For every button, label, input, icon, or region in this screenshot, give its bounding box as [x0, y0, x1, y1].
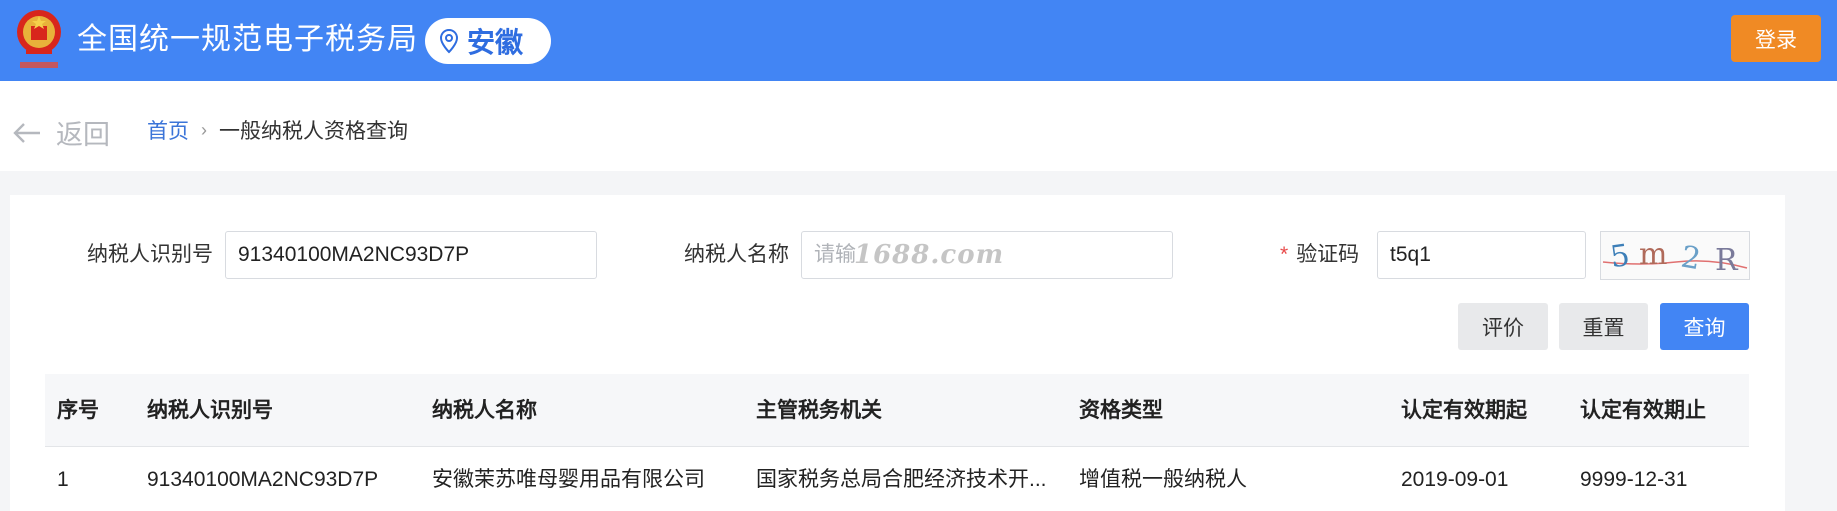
taxpayer-id-label: 纳税人识别号 [87, 243, 213, 266]
cell-qualification-type: 增值税一般纳税人 [1079, 468, 1247, 491]
header-qualification-type: 资格类型 [1079, 399, 1163, 422]
captcha-input[interactable]: t5q1 [1377, 231, 1586, 279]
watermark-text: 1688.com [854, 240, 1005, 270]
header-valid-from: 认定有效期起 [1401, 399, 1527, 422]
cell-taxpayer-id: 91340100MA2NC93D7P [147, 468, 379, 491]
captcha-image[interactable]: 5 m 2 R [1600, 231, 1750, 280]
query-button[interactable]: 查询 [1660, 303, 1749, 350]
taxpayer-name-label: 纳税人名称 [684, 243, 789, 266]
required-mark: * [1280, 243, 1289, 266]
back-label: 返回 [56, 120, 110, 150]
captcha-label-group: * 验证码 [1280, 231, 1359, 279]
cell-valid-to: 9999-12-31 [1580, 468, 1688, 491]
table-row[interactable]: 1 91340100MA2NC93D7P 安徽茉苏唯母婴用品有限公司 国家税务总… [45, 448, 1749, 511]
header-taxpayer-id: 纳税人识别号 [147, 399, 273, 422]
region-label: 安徽 [467, 27, 524, 58]
top-header-bar: 全国统一规范电子税务局 安徽 登录 [0, 0, 1837, 81]
region-selector[interactable]: 安徽 [425, 18, 551, 64]
location-pin-icon [439, 28, 459, 54]
svg-text:2: 2 [1678, 240, 1703, 278]
cell-tax-authority: 国家税务总局合肥经济技术开... [756, 468, 1047, 491]
breadcrumb-current: 一般纳税人资格查询 [219, 120, 408, 143]
navigation-bar: 返回 首页 › 一般纳税人资格查询 [0, 81, 1837, 171]
breadcrumb-home-link[interactable]: 首页 [147, 115, 189, 145]
taxpayer-id-input[interactable]: 91340100MA2NC93D7P [225, 231, 597, 279]
header-index: 序号 [57, 399, 99, 422]
cell-valid-from: 2019-09-01 [1401, 468, 1509, 491]
breadcrumb-separator: › [201, 119, 207, 140]
site-title: 全国统一规范电子税务局 [77, 23, 418, 56]
header-valid-to: 认定有效期止 [1580, 399, 1706, 422]
evaluate-button[interactable]: 评价 [1458, 303, 1548, 350]
svg-text:m: m [1639, 237, 1667, 272]
national-emblem-icon [17, 10, 61, 68]
header-taxpayer-name: 纳税人名称 [432, 399, 537, 422]
svg-text:R: R [1715, 243, 1739, 278]
cell-taxpayer-name: 安徽茉苏唯母婴用品有限公司 [432, 468, 705, 491]
login-button[interactable]: 登录 [1731, 15, 1821, 62]
svg-text:5: 5 [1608, 238, 1632, 275]
cell-index: 1 [57, 468, 69, 491]
header-tax-authority: 主管税务机关 [756, 399, 882, 422]
table-header-row: 序号 纳税人识别号 纳税人名称 主管税务机关 资格类型 认定有效期起 认定有效期… [45, 374, 1749, 447]
captcha-graphic: 5 m 2 R [1602, 237, 1748, 278]
back-button[interactable]: 返回 [12, 113, 110, 152]
arrow-left-icon [13, 122, 40, 143]
breadcrumb: 首页 › 一般纳税人资格查询 [147, 115, 408, 145]
captcha-label: 验证码 [1296, 243, 1360, 266]
reset-button[interactable]: 重置 [1559, 303, 1648, 350]
